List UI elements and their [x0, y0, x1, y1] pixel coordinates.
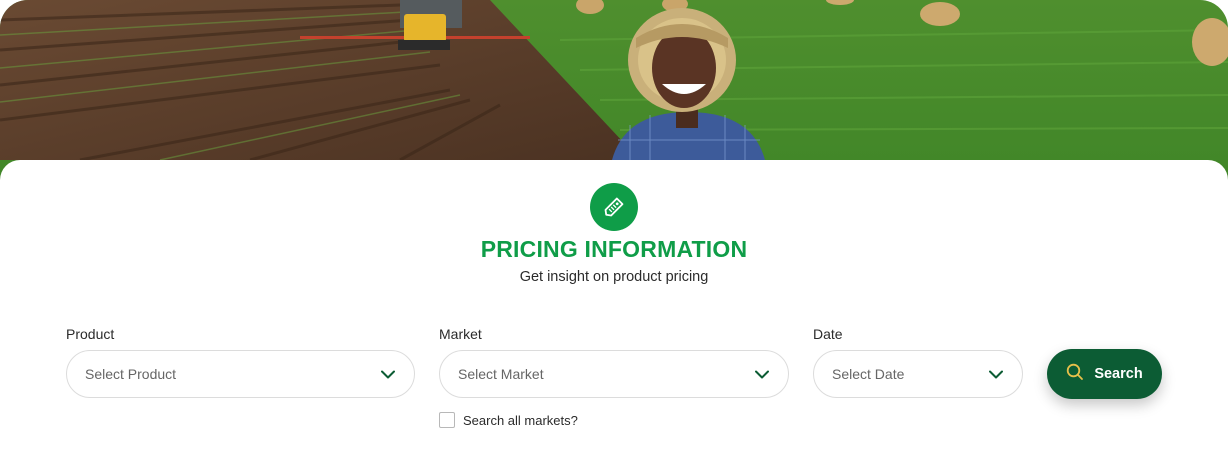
- date-label: Date: [813, 326, 843, 342]
- product-select-placeholder: Select Product: [85, 366, 177, 382]
- search-button-label: Search: [1094, 366, 1143, 382]
- chevron-down-icon: [754, 366, 770, 382]
- search-icon: [1066, 363, 1084, 386]
- pricing-card: PRICING INFORMATION Get insight on produ…: [0, 160, 1228, 459]
- market-label: Market: [439, 326, 482, 342]
- search-all-markets-option[interactable]: Search all markets?: [439, 412, 578, 428]
- product-select[interactable]: Select Product: [66, 350, 415, 398]
- search-all-markets-checkbox[interactable]: [439, 412, 455, 428]
- chevron-down-icon: [380, 366, 396, 382]
- product-label: Product: [66, 326, 115, 342]
- price-tag-icon: [590, 183, 638, 231]
- search-all-markets-label: Search all markets?: [463, 412, 578, 428]
- market-select-placeholder: Select Market: [458, 366, 544, 382]
- search-button[interactable]: Search: [1047, 349, 1162, 399]
- section-subtitle: Get insight on product pricing: [519, 269, 709, 285]
- section-title: PRICING INFORMATION: [480, 236, 748, 262]
- chevron-down-icon: [988, 366, 1004, 382]
- date-select-placeholder: Select Date: [832, 366, 905, 382]
- date-select[interactable]: Select Date: [813, 350, 1023, 398]
- market-select[interactable]: Select Market: [439, 350, 789, 398]
